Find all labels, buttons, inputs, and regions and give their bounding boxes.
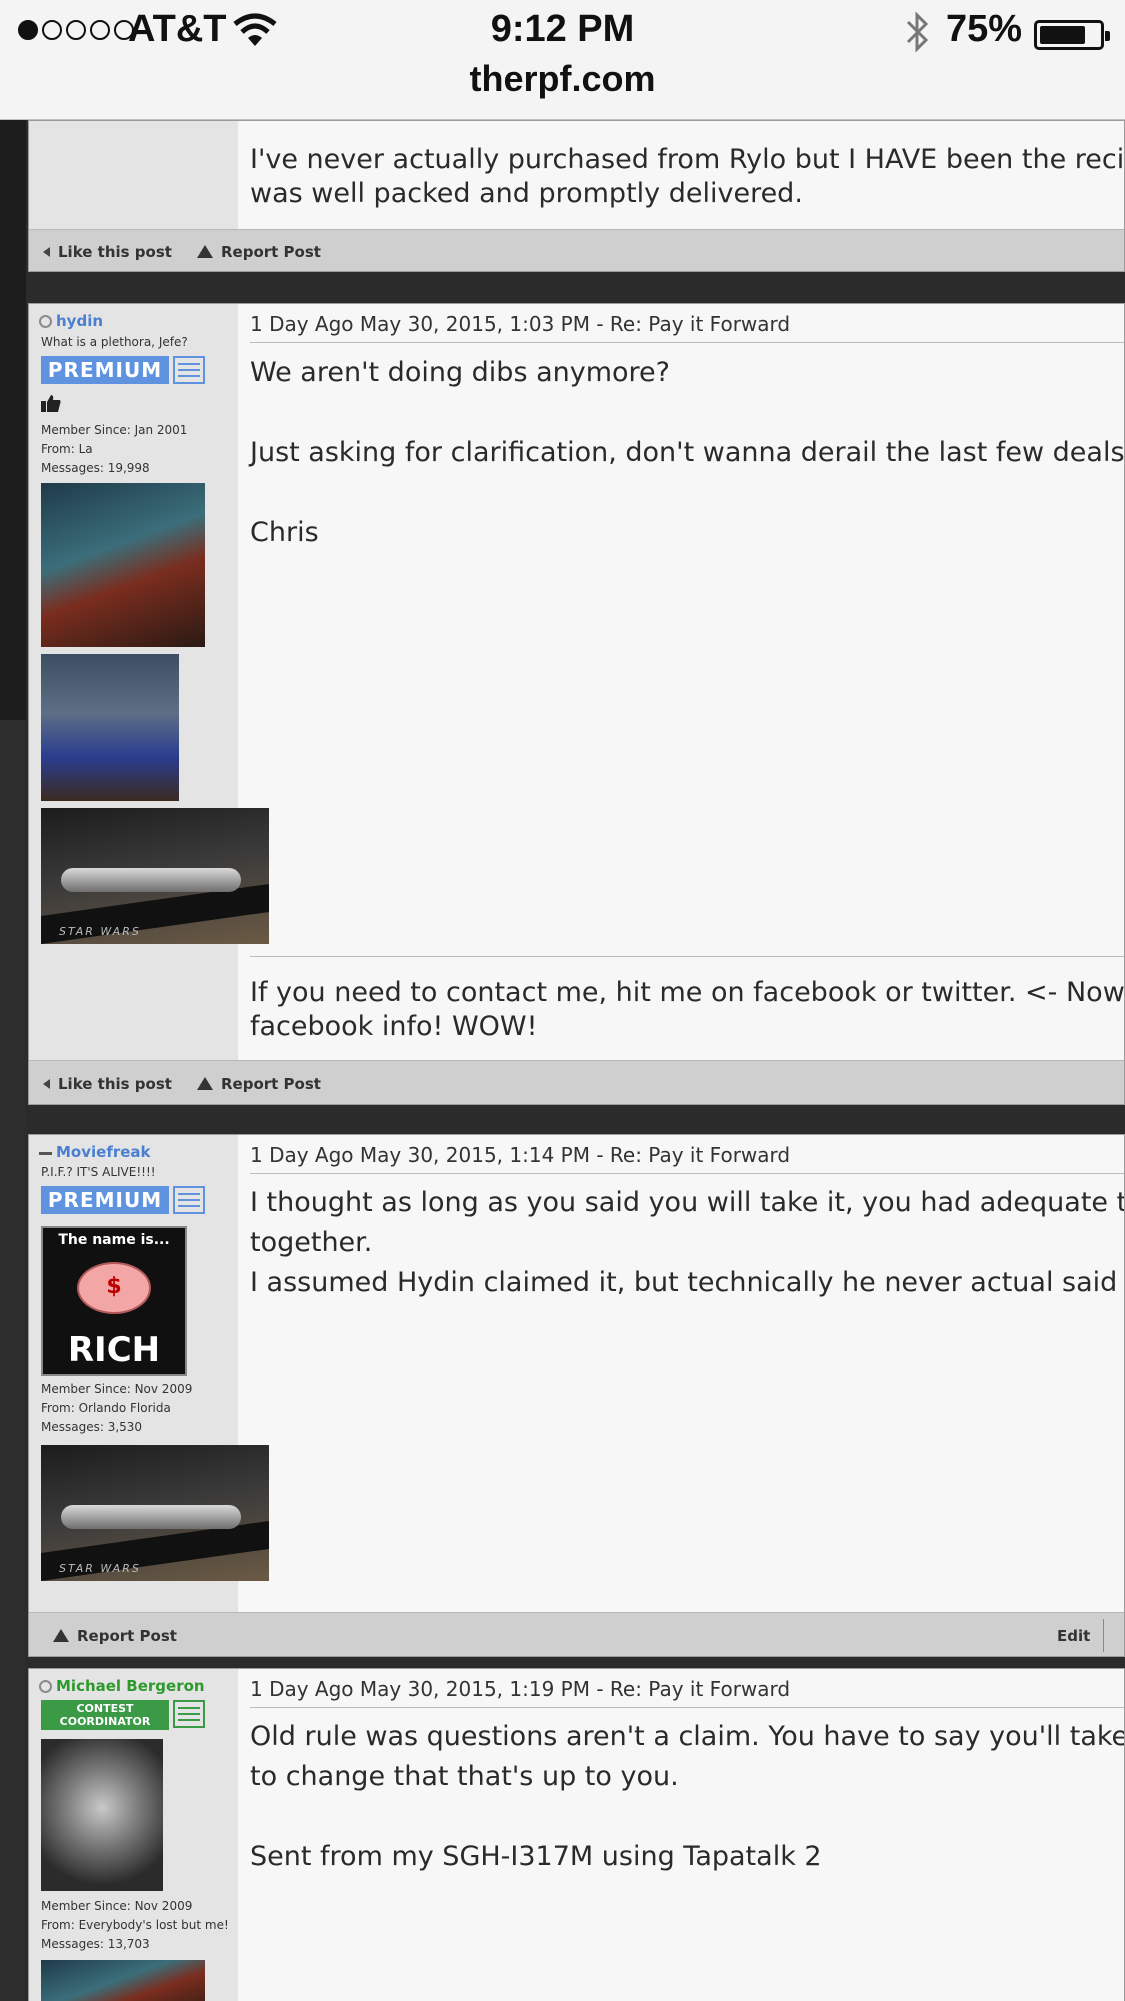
premium-badge: PREMIUM bbox=[41, 1186, 169, 1214]
divider bbox=[250, 342, 1124, 343]
divider bbox=[250, 1173, 1124, 1174]
signature-image: STAR WARS bbox=[41, 808, 269, 944]
like-label: Like this post bbox=[58, 242, 172, 261]
user-avatar[interactable] bbox=[41, 1739, 163, 1891]
report-post-button[interactable]: Report Post bbox=[197, 1061, 321, 1104]
edit-post-button[interactable]: Edit bbox=[1057, 1613, 1091, 1656]
piggy-bank-icon: $ bbox=[77, 1262, 151, 1314]
edit-label: Edit bbox=[1057, 1626, 1091, 1645]
signature-image bbox=[41, 654, 179, 801]
post-body-line: together. bbox=[250, 1227, 373, 1258]
report-label: Report Post bbox=[221, 1074, 321, 1093]
member-since: Member Since: Nov 2009 bbox=[41, 1899, 193, 1913]
signature-image-text: STAR WARS bbox=[59, 925, 141, 938]
member-since: Member Since: Nov 2009 bbox=[41, 1382, 193, 1396]
like-label: Like this post bbox=[58, 1074, 172, 1093]
contest-coordinator-badge: CONTEST COORDINATOR bbox=[41, 1700, 169, 1730]
member-location: From: Everybody's lost but me! bbox=[41, 1918, 229, 1932]
badge-line: CONTEST bbox=[76, 1702, 134, 1715]
offline-status-icon bbox=[39, 1680, 52, 1693]
ios-status-bar: AT&T 9:12 PM 75% therpf.com bbox=[0, 0, 1125, 120]
post-sidebar: Michael Bergeron CONTEST COORDINATOR Mem… bbox=[29, 1669, 238, 2001]
message-count: Messages: 3,530 bbox=[41, 1420, 143, 1434]
username[interactable]: Moviefreak bbox=[56, 1143, 151, 1161]
warning-icon bbox=[197, 1077, 213, 1090]
rpf-logo-icon bbox=[173, 1186, 205, 1214]
address-bar-url[interactable]: therpf.com bbox=[0, 58, 1125, 100]
user-avatar[interactable] bbox=[41, 483, 205, 647]
post-sidebar: Moviefreak P.I.F.? IT'S ALIVE!!!! PREMIU… bbox=[29, 1135, 269, 1612]
battery-icon bbox=[1034, 20, 1110, 50]
post-sidebar: hydin What is a plethora, Jefe? PREMIUM … bbox=[29, 304, 269, 1060]
rpf-logo-icon bbox=[173, 1700, 205, 1728]
battery-percentage: 75% bbox=[946, 8, 1023, 50]
caret-left-icon bbox=[43, 246, 50, 257]
message-count: Messages: 13,703 bbox=[41, 1937, 150, 1951]
report-post-button[interactable]: Report Post bbox=[197, 230, 321, 271]
user-avatar[interactable]: The name is... $ RICH bbox=[41, 1226, 187, 1376]
post-action-bar: Report Post Edit bbox=[29, 1612, 1124, 1656]
post-body-line: Old rule was questions aren't a claim. Y… bbox=[250, 1721, 1125, 1752]
forum-post: I've never actually purchased from Rylo … bbox=[28, 120, 1125, 272]
signature-divider bbox=[250, 956, 1124, 957]
page-left-edge bbox=[0, 120, 26, 2001]
post-action-bar: Like this post Report Post bbox=[29, 229, 1124, 271]
post-header: 1 Day Ago May 30, 2015, 1:19 PM - Re: Pa… bbox=[250, 1677, 791, 1701]
rpf-logo-icon bbox=[173, 356, 205, 384]
username[interactable]: Michael Bergeron bbox=[56, 1677, 205, 1695]
signature-image: STAR WARS bbox=[41, 1445, 269, 1581]
username[interactable]: hydin bbox=[56, 312, 103, 330]
signature-image-text: STAR WARS bbox=[59, 1562, 141, 1575]
report-label: Report Post bbox=[221, 242, 321, 261]
post-action-bar: Like this post Report Post bbox=[29, 1060, 1124, 1104]
post-body-line: to change that that's up to you. bbox=[250, 1761, 679, 1792]
post-body-line: I assumed Hydin claimed it, but technica… bbox=[250, 1267, 1125, 1298]
badge-line: COORDINATOR bbox=[59, 1715, 151, 1728]
divider bbox=[250, 1707, 1124, 1708]
member-location: From: Orlando Florida bbox=[41, 1401, 171, 1415]
report-post-button[interactable]: Report Post bbox=[53, 1613, 177, 1656]
post-body-line: Just asking for clarification, don't wan… bbox=[250, 437, 1125, 468]
post-body-line: I thought as long as you said you will t… bbox=[250, 1187, 1125, 1218]
report-label: Report Post bbox=[77, 1626, 177, 1645]
post-header: 1 Day Ago May 30, 2015, 1:03 PM - Re: Pa… bbox=[250, 312, 791, 336]
like-post-button[interactable]: Like this post bbox=[43, 1061, 172, 1104]
post-header: 1 Day Ago May 30, 2015, 1:14 PM - Re: Pa… bbox=[250, 1143, 791, 1167]
post-body-line: Sent from my SGH-I317M using Tapatalk 2 bbox=[250, 1841, 822, 1872]
post-body-line: I've never actually purchased from Rylo … bbox=[250, 144, 1125, 175]
post-body-line: Chris bbox=[250, 517, 319, 548]
signature-line: facebook info! WOW! bbox=[250, 1011, 538, 1042]
offline-status-icon bbox=[39, 315, 52, 328]
member-location: From: La bbox=[41, 442, 93, 456]
user-title: What is a plethora, Jefe? bbox=[41, 335, 188, 349]
avatar-symbol: $ bbox=[106, 1274, 122, 1299]
forum-post: Moviefreak P.I.F.? IT'S ALIVE!!!! PREMIU… bbox=[28, 1134, 1125, 1657]
forum-post: hydin What is a plethora, Jefe? PREMIUM … bbox=[28, 303, 1125, 1105]
post-body-line: We aren't doing dibs anymore? bbox=[250, 357, 671, 388]
avatar-text: The name is... bbox=[58, 1232, 170, 1248]
thumbs-up-icon bbox=[41, 395, 61, 412]
caret-left-icon bbox=[43, 1078, 50, 1089]
like-post-button[interactable]: Like this post bbox=[43, 230, 172, 271]
post-body-line: was well packed and promptly delivered. bbox=[250, 178, 803, 209]
warning-icon bbox=[53, 1629, 69, 1642]
away-status-icon bbox=[39, 1152, 52, 1155]
divider bbox=[1103, 1619, 1104, 1652]
post-sidebar bbox=[29, 121, 238, 229]
bluetooth-icon bbox=[906, 11, 929, 53]
warning-icon bbox=[197, 245, 213, 258]
member-since: Member Since: Jan 2001 bbox=[41, 423, 188, 437]
forum-post: Michael Bergeron CONTEST COORDINATOR Mem… bbox=[28, 1668, 1125, 2001]
signature-image bbox=[41, 1960, 205, 2001]
user-title: P.I.F.? IT'S ALIVE!!!! bbox=[41, 1165, 156, 1179]
premium-badge: PREMIUM bbox=[41, 356, 169, 384]
signature-line: If you need to contact me, hit me on fac… bbox=[250, 977, 1125, 1008]
avatar-text: RICH bbox=[67, 1330, 161, 1370]
message-count: Messages: 19,998 bbox=[41, 461, 150, 475]
